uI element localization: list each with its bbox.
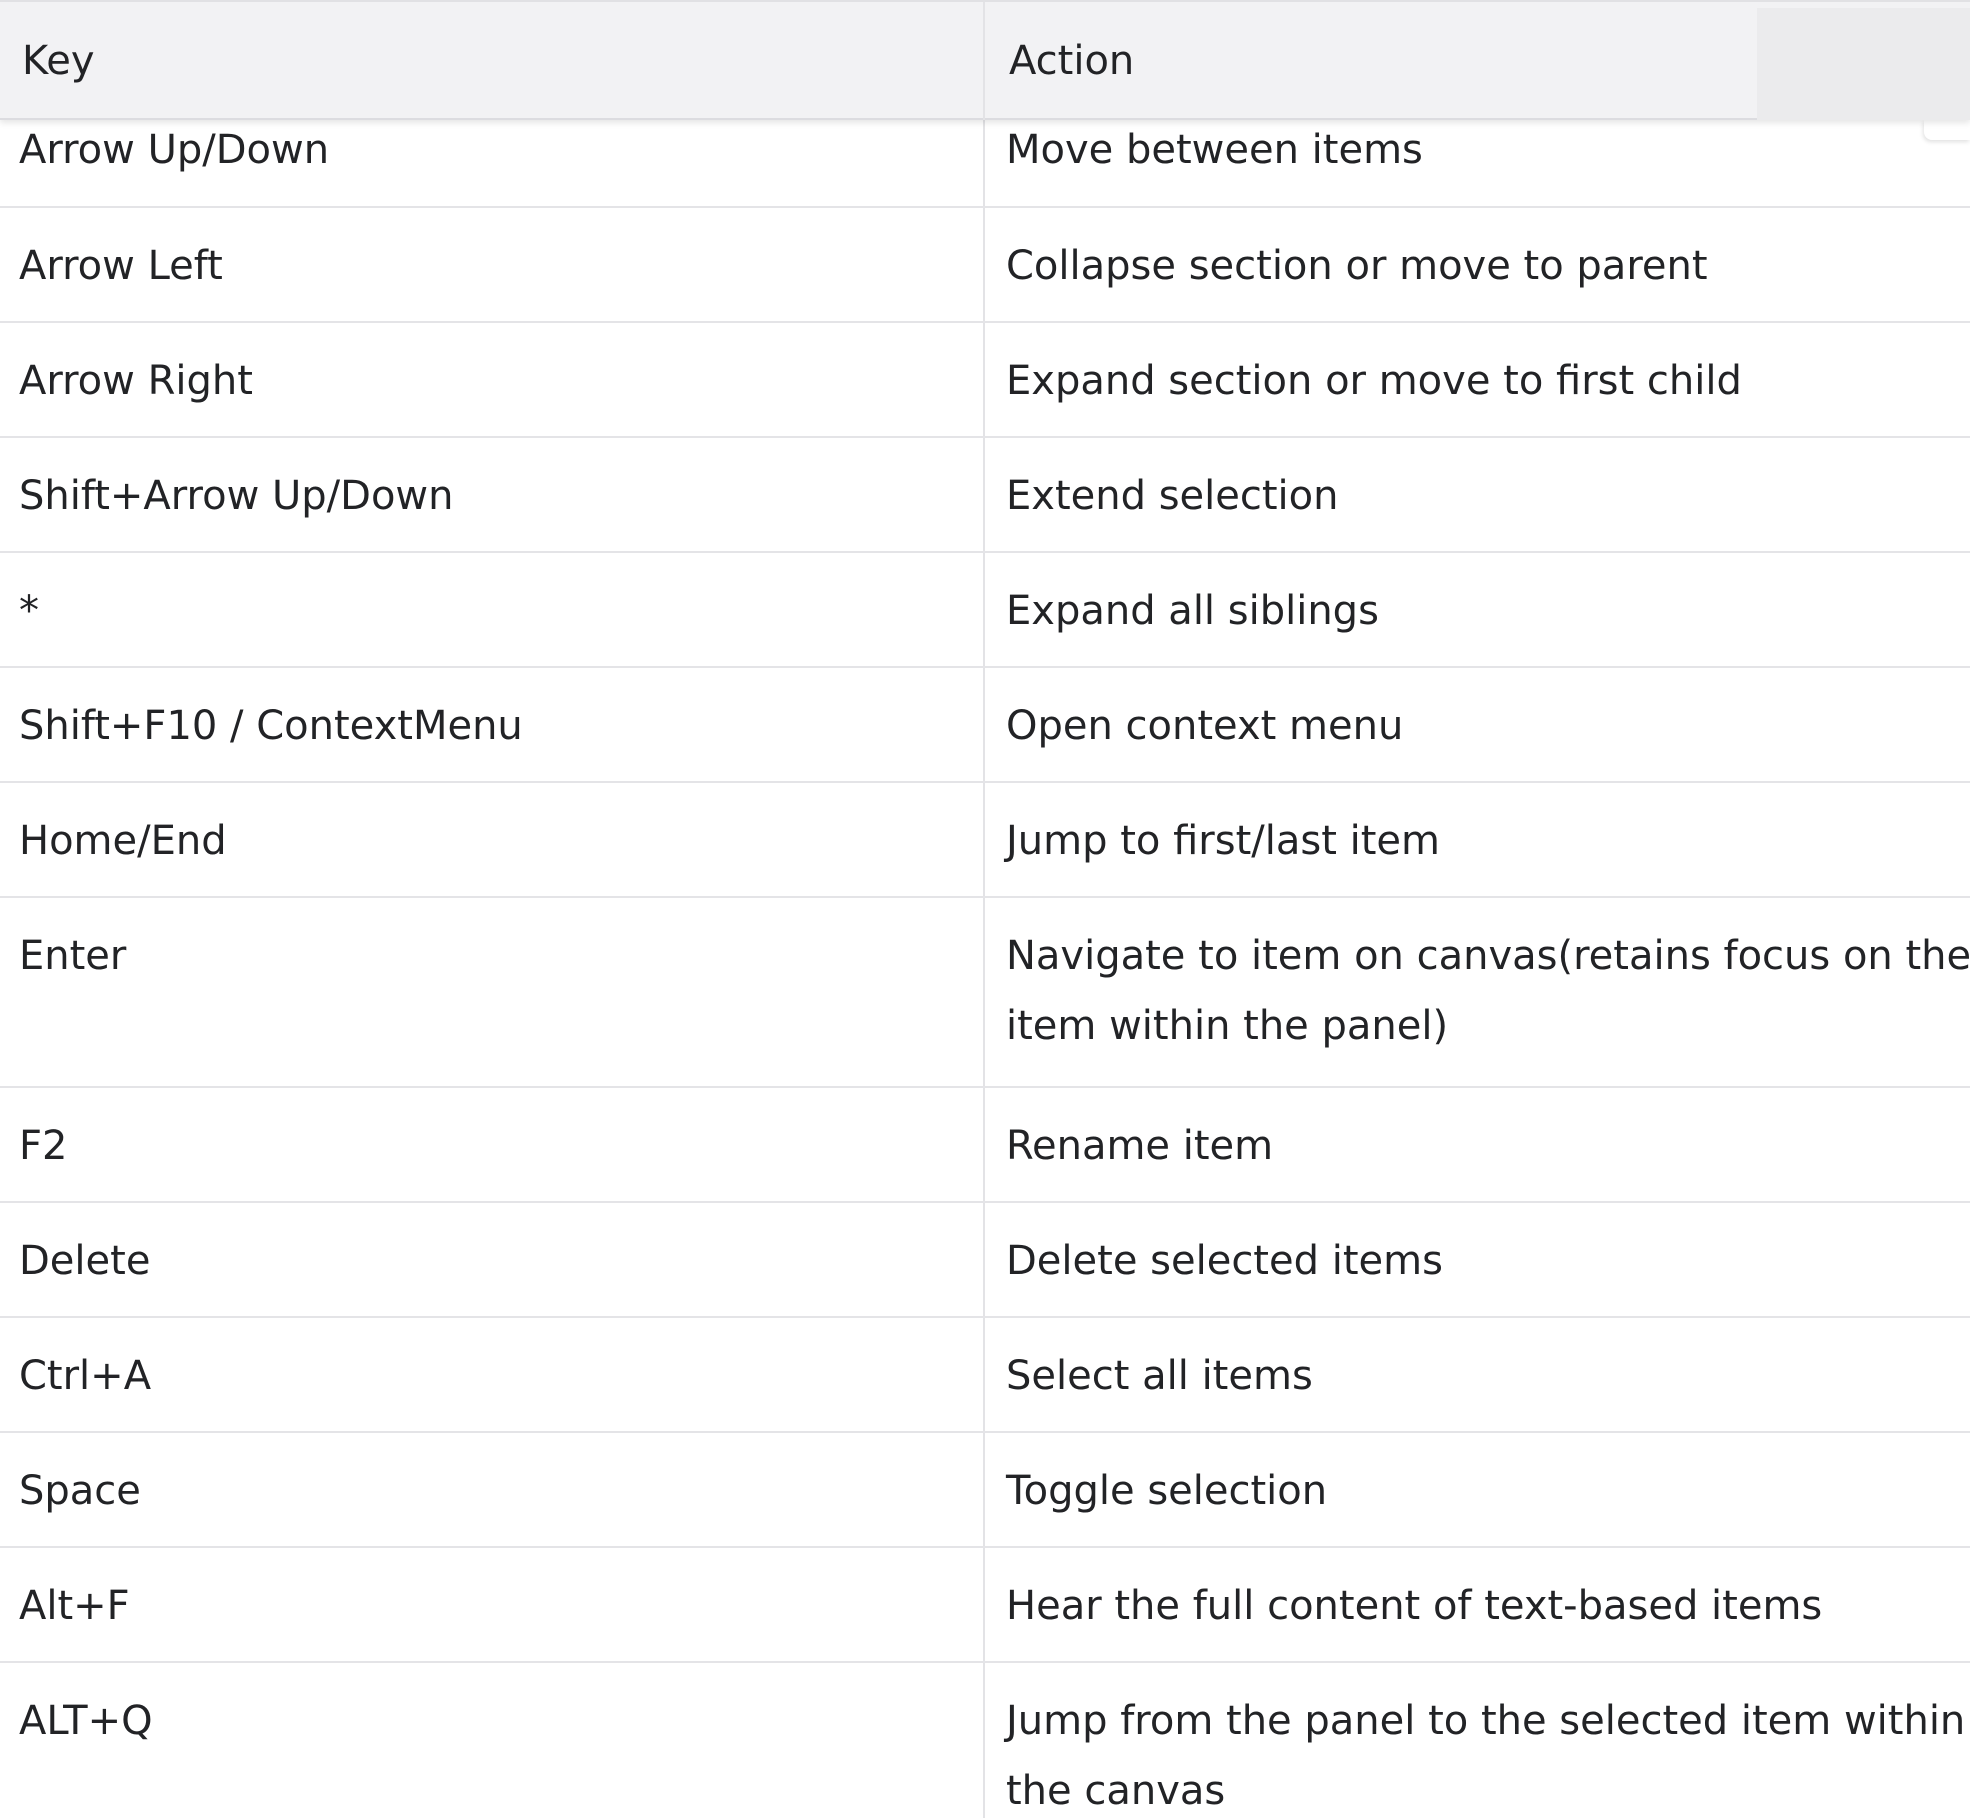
row-action: Jump to first/last item xyxy=(1006,818,1440,864)
row-action: Move between items xyxy=(1006,127,1423,173)
table-header: Key Action xyxy=(0,0,1970,120)
table-row[interactable]: Enter Navigate to item on canvas(retains … xyxy=(0,898,1970,1088)
row-action: Expand section or move to first child xyxy=(1006,358,1742,404)
table-row[interactable]: Delete Delete selected items xyxy=(0,1203,1970,1318)
row-key: Enter xyxy=(19,933,127,979)
row-key: Delete xyxy=(19,1238,151,1284)
row-key: Alt+F xyxy=(19,1583,130,1629)
row-action: Extend selection xyxy=(1006,473,1339,519)
row-action: Open context menu xyxy=(1006,703,1404,749)
header-corner xyxy=(1757,8,1970,120)
row-action: Toggle selection xyxy=(1006,1468,1328,1514)
row-action: item within the panel) xyxy=(1006,1003,1449,1049)
table-row[interactable]: F2 Rename item xyxy=(0,1088,1970,1203)
row-key: Shift+Arrow Up/Down xyxy=(19,473,454,519)
row-key: Arrow Up/Down xyxy=(19,127,330,173)
row-action: Jump from the panel to the selected item… xyxy=(1006,1698,1966,1744)
table-row[interactable]: ALT+Q Jump from the panel to the selected… xyxy=(0,1663,1970,1818)
table-row[interactable]: Arrow Left Collapse section or move to pa… xyxy=(0,208,1970,323)
header-divider xyxy=(983,2,985,120)
row-action: Delete selected items xyxy=(1006,1238,1443,1284)
header-action: Action xyxy=(1009,38,1135,84)
row-action: Navigate to item on canvas(retains focus… xyxy=(1006,933,1970,979)
row-key: F2 xyxy=(19,1123,68,1169)
row-key: Ctrl+A xyxy=(19,1353,152,1399)
row-key: Arrow Left xyxy=(19,243,223,289)
row-action: Hear the full content of text-based item… xyxy=(1006,1583,1823,1629)
table-row[interactable]: Alt+F Hear the full content of text-based… xyxy=(0,1548,1970,1663)
row-key: Shift+F10 / ContextMenu xyxy=(19,703,523,749)
table-row[interactable]: Ctrl+A Select all items xyxy=(0,1318,1970,1433)
row-action: Collapse section or move to parent xyxy=(1006,243,1708,289)
shortcuts-table: Arrow Up/Down Move between items Arrow Lef… xyxy=(0,0,1970,1818)
scroll-nub[interactable] xyxy=(1924,120,1970,140)
table-row[interactable]: Space Toggle selection xyxy=(0,1433,1970,1548)
row-key: * xyxy=(19,588,39,634)
row-key: Home/End xyxy=(19,818,227,864)
row-key: Arrow Right xyxy=(19,358,253,404)
header-key: Key xyxy=(22,38,95,84)
row-action: Select all items xyxy=(1006,1353,1313,1399)
row-action: Expand all siblings xyxy=(1006,588,1379,634)
table-row[interactable]: Shift+F10 / ContextMenu Open context menu xyxy=(0,668,1970,783)
row-action: Rename item xyxy=(1006,1123,1274,1169)
row-key: ALT+Q xyxy=(19,1698,153,1744)
row-action: the canvas xyxy=(1006,1768,1226,1814)
table-row[interactable]: Home/End Jump to first/last item xyxy=(0,783,1970,898)
table-row[interactable]: * Expand all siblings xyxy=(0,553,1970,668)
table-row[interactable]: Arrow Right Expand section or move to fir… xyxy=(0,323,1970,438)
table-row[interactable]: Shift+Arrow Up/Down Extend selection xyxy=(0,438,1970,553)
row-key: Space xyxy=(19,1468,141,1514)
